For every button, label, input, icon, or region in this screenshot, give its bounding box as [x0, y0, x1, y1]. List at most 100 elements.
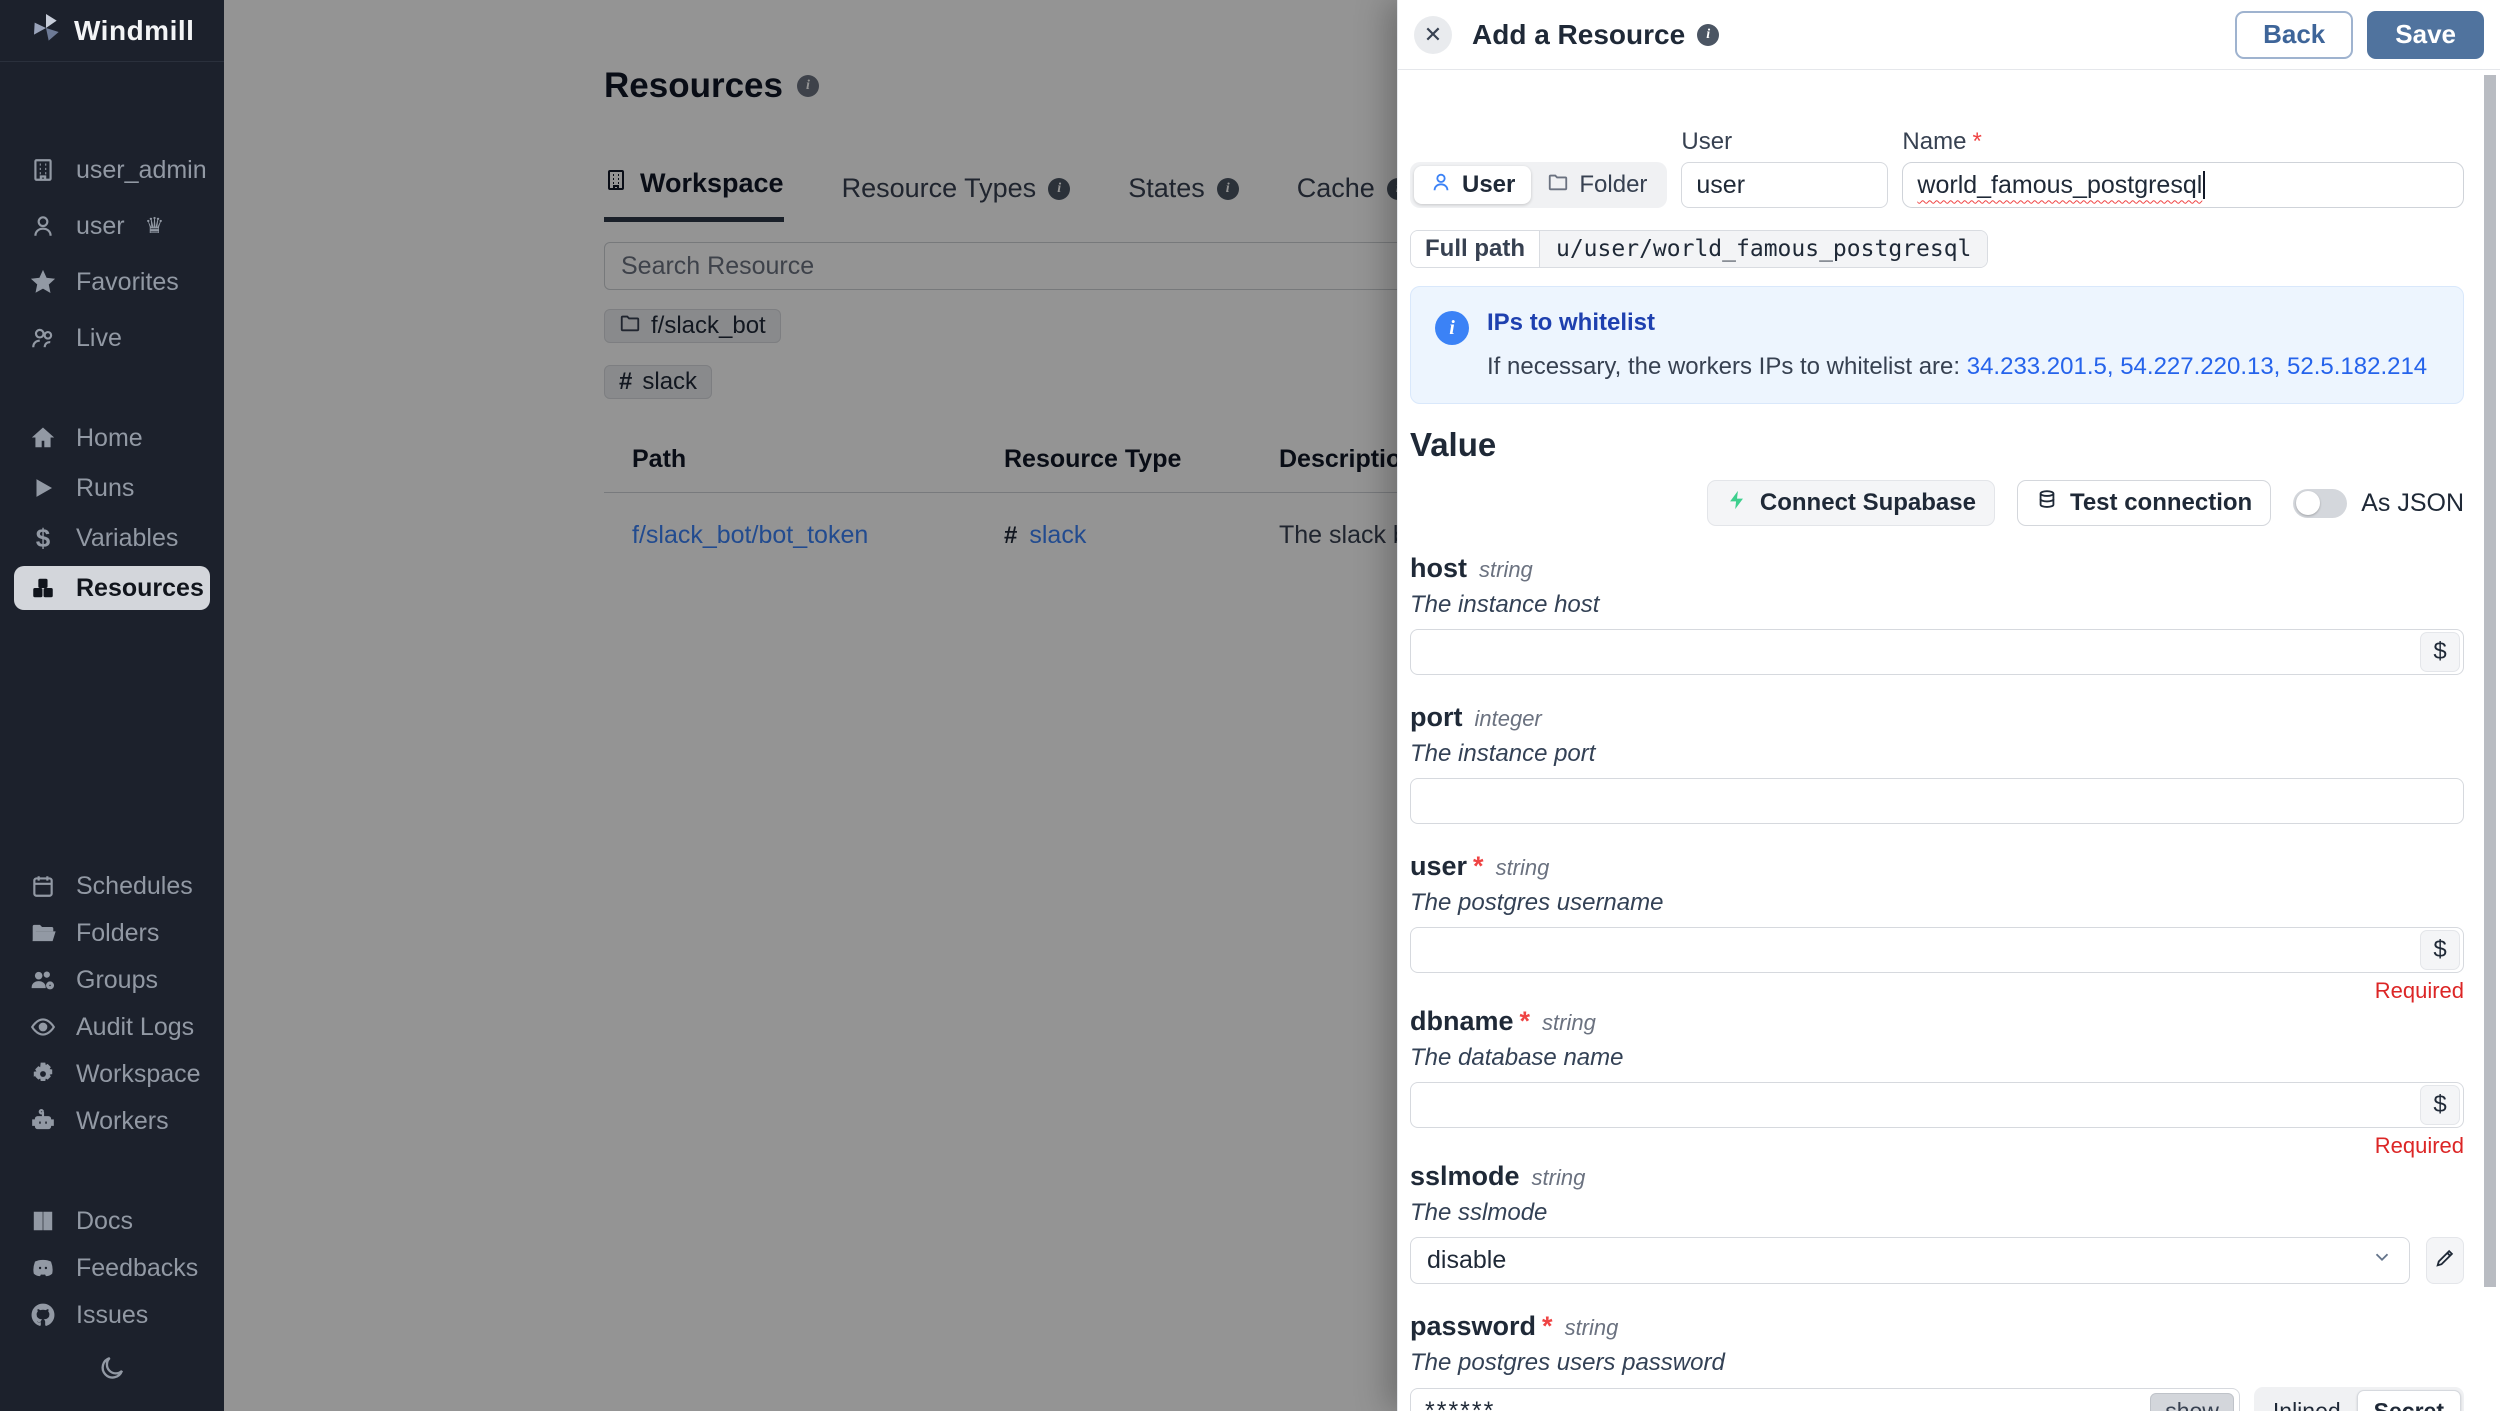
required-star: *: [1542, 1311, 1553, 1341]
info-circle-icon: i: [1435, 311, 1469, 345]
edit-button[interactable]: [2426, 1237, 2464, 1284]
field-description: The instance host: [1410, 591, 2464, 619]
text-caret: [2203, 171, 2205, 199]
sidebar-item-workspace-switcher[interactable]: user_admin: [14, 148, 210, 192]
owner-user-input[interactable]: [1681, 162, 1888, 208]
sidebar-item-label: Folders: [76, 919, 159, 948]
sidebar-item-schedules[interactable]: Schedules: [14, 864, 210, 908]
field-description: The database name: [1410, 1044, 2464, 1072]
chevron-down-icon: [2371, 1246, 2393, 1275]
sidebar-item-favorites[interactable]: Favorites: [14, 260, 210, 304]
database-icon: [2036, 489, 2058, 518]
owner-kind-toggle: User Folder: [1410, 162, 1667, 208]
required-star: *: [1520, 1006, 1531, 1036]
sidebar-item-label: Live: [76, 324, 122, 353]
show-password-button[interactable]: show: [2150, 1393, 2234, 1411]
drawer-title: Add a Resource: [1472, 19, 1685, 51]
windmill-logo-icon: [30, 12, 62, 49]
crown-icon: ♛: [145, 213, 165, 239]
field-description: The postgres username: [1410, 889, 2464, 917]
variable-picker-button[interactable]: $: [2420, 632, 2460, 672]
password-input[interactable]: [1410, 1388, 2240, 1411]
field-description: The postgres users password: [1410, 1349, 2464, 1377]
eye-icon: [28, 1014, 58, 1040]
toggle-label: User: [1462, 171, 1515, 199]
sidebar-item-label: Issues: [76, 1301, 148, 1330]
sidebar-item-workspace-settings[interactable]: Workspace: [14, 1052, 210, 1096]
person-icon: [1430, 171, 1452, 200]
name-input[interactable]: world_famous_postgresql: [1902, 162, 2464, 208]
save-button[interactable]: Save: [2367, 11, 2484, 59]
users-gear-icon: [28, 967, 58, 993]
scrollbar-thumb[interactable]: [2484, 75, 2496, 1287]
sidebar-item-label: user_admin: [76, 156, 207, 185]
sidebar-item-runs[interactable]: Runs: [14, 466, 210, 510]
sidebar-item-label: user: [76, 212, 125, 241]
sidebar-item-resources[interactable]: Resources: [14, 566, 210, 610]
field-description: The instance port: [1410, 740, 2464, 768]
user-field-label: User: [1681, 128, 1888, 156]
port-input[interactable]: [1410, 778, 2464, 824]
sidebar-item-docs[interactable]: Docs: [14, 1199, 210, 1243]
sidebar-item-groups[interactable]: Groups: [14, 958, 210, 1002]
field-password: password* string The postgres users pass…: [1410, 1311, 2464, 1411]
toggle-knob: [2296, 491, 2320, 515]
boxes-icon: [28, 575, 58, 601]
dbname-input[interactable]: [1410, 1082, 2464, 1128]
lightning-icon: [1726, 489, 1748, 518]
required-star: *: [1473, 851, 1484, 881]
full-path-label: Full path: [1411, 231, 1539, 267]
home-icon: [28, 425, 58, 451]
play-icon: [28, 476, 58, 500]
selected-option: disable: [1427, 1246, 1506, 1275]
users-icon: [28, 325, 58, 351]
back-button[interactable]: Back: [2235, 11, 2353, 59]
toggle-label: Folder: [1579, 171, 1647, 199]
required-message: Required: [1410, 1133, 2464, 1157]
sidebar-item-label: Workspace: [76, 1060, 201, 1089]
ips-text: If necessary, the workers IPs to whiteli…: [1487, 353, 2427, 381]
as-json-toggle[interactable]: [2293, 489, 2347, 518]
field-description: The sslmode: [1410, 1199, 2464, 1227]
info-icon: i: [1697, 24, 1719, 46]
connect-supabase-button[interactable]: Connect Supabase: [1707, 480, 1995, 526]
sidebar-item-live[interactable]: Live: [14, 316, 210, 360]
field-name: host: [1410, 553, 1467, 584]
sslmode-select[interactable]: disable: [1410, 1237, 2410, 1284]
test-connection-button[interactable]: Test connection: [2017, 480, 2271, 526]
folder-icon: [28, 920, 58, 946]
inlined-option[interactable]: Inlined: [2257, 1390, 2357, 1411]
sidebar-item-workers[interactable]: Workers: [14, 1099, 210, 1143]
as-json-label: As JSON: [2361, 489, 2464, 518]
field-name: user*: [1410, 851, 1484, 882]
full-path-display: Full path u/user/world_famous_postgresql: [1410, 230, 1988, 268]
sidebar-item-variables[interactable]: $ Variables: [14, 516, 210, 560]
full-path-value: u/user/world_famous_postgresql: [1539, 231, 1987, 267]
ips-whitelist-infobox: i IPs to whitelist If necessary, the wor…: [1410, 286, 2464, 404]
ips-list: 34.233.201.5, 54.227.220.13, 52.5.182.21…: [1967, 353, 2427, 380]
modal-overlay[interactable]: [224, 0, 1397, 1411]
owner-kind-folder[interactable]: Folder: [1531, 166, 1663, 204]
field-sslmode: sslmode string The sslmode disable: [1410, 1161, 2464, 1284]
variable-picker-button[interactable]: $: [2420, 1085, 2460, 1125]
close-button[interactable]: ✕: [1414, 16, 1452, 54]
required-star: *: [1972, 128, 1981, 155]
pencil-icon: [2434, 1247, 2456, 1274]
field-type: string: [1542, 1010, 1596, 1036]
dark-mode-toggle[interactable]: [90, 1348, 134, 1392]
field-name: sslmode: [1410, 1161, 1520, 1192]
host-input[interactable]: [1410, 629, 2464, 675]
sidebar-item-feedbacks[interactable]: Feedbacks: [14, 1246, 210, 1290]
field-user: user* string The postgres username $ Req…: [1410, 851, 2464, 1002]
user-input[interactable]: [1410, 927, 2464, 973]
variable-picker-button[interactable]: $: [2420, 930, 2460, 970]
secret-option[interactable]: Secret: [2357, 1390, 2461, 1411]
sidebar-item-user[interactable]: user ♛: [14, 204, 210, 248]
sidebar-item-audit-logs[interactable]: Audit Logs: [14, 1005, 210, 1049]
owner-kind-user[interactable]: User: [1414, 166, 1531, 204]
sidebar-item-issues[interactable]: Issues: [14, 1293, 210, 1337]
add-resource-drawer: ✕ Add a Resource i Back Save User: [1397, 0, 2500, 1411]
sidebar-item-folders[interactable]: Folders: [14, 911, 210, 955]
windmill-logo[interactable]: Windmill: [0, 0, 224, 62]
sidebar-item-home[interactable]: Home: [14, 416, 210, 460]
